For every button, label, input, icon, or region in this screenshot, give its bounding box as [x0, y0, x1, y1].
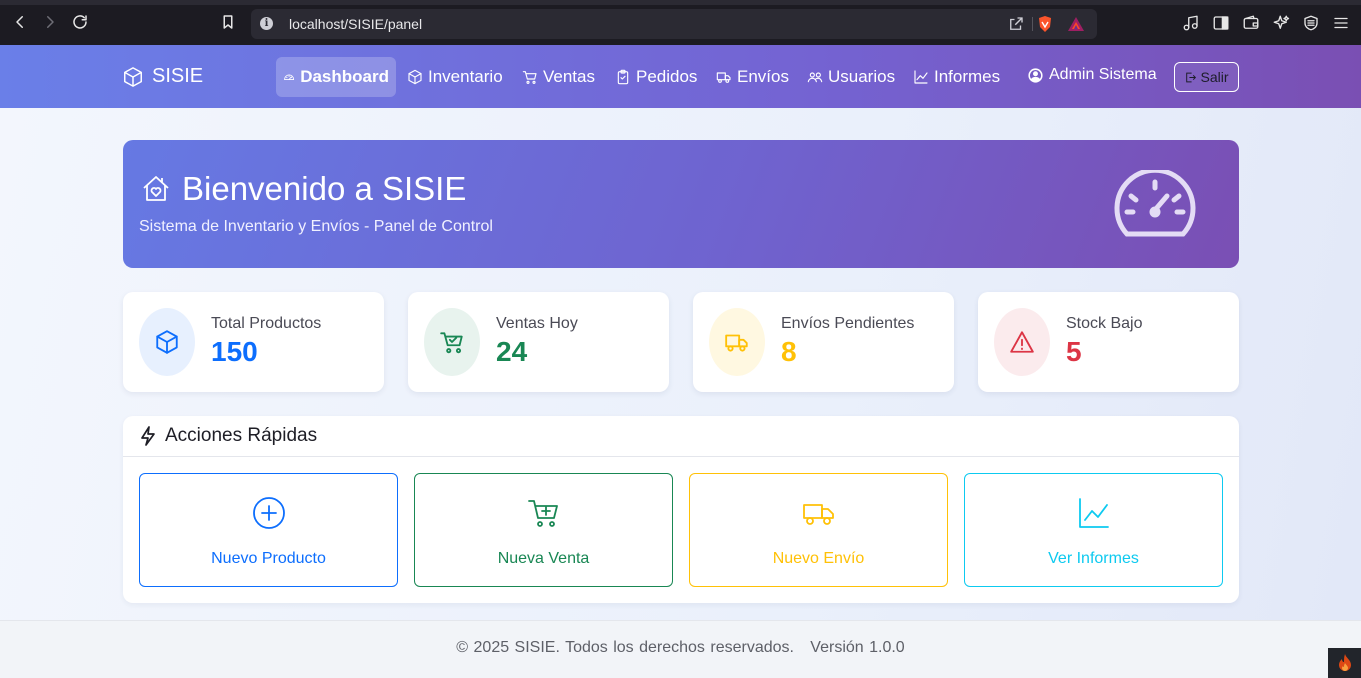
welcome-subtitle: Sistema de Inventario y Envíos - Panel d… [139, 218, 493, 235]
browser-toolbar: i localhost/SISIE/panel [0, 0, 1361, 45]
stat-value: 24 [496, 336, 528, 367]
stat-icon-wrap [424, 308, 480, 376]
chart-icon [1077, 496, 1111, 530]
plus-circle-icon [252, 496, 286, 530]
nav-item-label: Envíos [737, 67, 789, 86]
truck-icon [716, 72, 731, 83]
stat-card-total-productos: Total Productos 150 [123, 292, 384, 392]
logout-label: Salir [1200, 69, 1229, 85]
box-icon [124, 66, 142, 87]
truck-icon [725, 334, 748, 352]
stat-value: 8 [781, 336, 797, 367]
view-reports-label: Ver Informes [1048, 550, 1139, 567]
page-footer: © 2025 SISIE. Todos los derechos reserva… [0, 620, 1361, 678]
cart-check-icon [440, 332, 463, 354]
brand-name: SISIE [152, 65, 204, 87]
stat-icon-wrap [994, 308, 1050, 376]
new-product-button[interactable]: Nuevo Producto [139, 473, 398, 587]
menu-icon[interactable] [1332, 14, 1352, 34]
brand-link[interactable]: SISIE [122, 65, 203, 88]
quick-actions-header: Acciones Rápidas [123, 416, 1239, 457]
reload-button[interactable] [70, 12, 90, 32]
welcome-title: Bienvenido a SISIE [140, 170, 466, 208]
browser-top-edge [0, 0, 1361, 5]
speedometer-icon [1113, 167, 1197, 240]
footer-text: © 2025 SISIE. Todos los derechos reserva… [456, 639, 905, 656]
nav-item-label: Dashboard [300, 67, 389, 86]
nav-item-ventas[interactable]: Ventas [515, 57, 602, 97]
cart-icon [522, 71, 537, 84]
chart-icon [914, 70, 928, 84]
nav-item-label: Usuarios [828, 67, 896, 86]
people-icon [807, 72, 823, 83]
music-icon[interactable] [1182, 14, 1202, 34]
new-shipment-button[interactable]: Nuevo Envío [689, 473, 948, 587]
vpn-shield-icon[interactable] [1302, 14, 1322, 34]
brave-shields-icon[interactable] [1037, 15, 1053, 33]
user-menu[interactable]: Admin Sistema [1027, 66, 1157, 84]
new-sale-button[interactable]: Nueva Venta [414, 473, 673, 587]
url-text[interactable]: localhost/SISIE/panel [289, 16, 422, 32]
nav-item-label: Pedidos [636, 67, 698, 86]
nav-item-label: Inventario [428, 67, 503, 86]
stat-label: Stock Bajo [1066, 315, 1143, 332]
lightning-icon [141, 426, 155, 446]
cart-plus-icon [527, 496, 561, 530]
address-bar[interactable]: i localhost/SISIE/panel [251, 9, 1097, 39]
nav-item-pedidos[interactable]: Pedidos [608, 57, 704, 97]
quick-actions-panel: Acciones Rápidas Nuevo Producto Nueva Ve… [123, 416, 1239, 603]
stat-value: 5 [1066, 336, 1082, 367]
share-icon[interactable] [1007, 15, 1025, 33]
app-navbar: SISIE Dashboard Inventario Ventas Pedido… [0, 45, 1361, 108]
box-icon [156, 330, 178, 354]
welcome-title-text: Bienvenido a SISIE [182, 170, 467, 207]
logout-button[interactable]: Salir [1174, 62, 1239, 92]
logout-icon [1186, 72, 1197, 82]
welcome-banner: Bienvenido a SISIE Sistema de Inventario… [123, 140, 1239, 268]
stat-icon-wrap [139, 308, 195, 376]
clipboard-icon [617, 69, 629, 85]
new-product-label: Nuevo Producto [211, 550, 326, 567]
wallet-icon[interactable] [1242, 14, 1262, 34]
box-icon [408, 69, 422, 85]
site-info-icon[interactable]: i [260, 17, 273, 30]
nav-item-label: Ventas [543, 67, 595, 86]
nav-item-usuarios[interactable]: Usuarios [800, 57, 902, 97]
new-sale-label: Nueva Venta [497, 550, 590, 567]
quick-actions-title-text: Acciones Rápidas [165, 425, 318, 446]
bookmark-button[interactable] [218, 12, 238, 32]
user-circle-icon [1028, 67, 1043, 83]
nav-item-informes[interactable]: Informes [906, 57, 1007, 97]
new-shipment-label: Nuevo Envío [772, 550, 865, 567]
nav-item-inventario[interactable]: Inventario [400, 57, 510, 97]
forward-button[interactable] [40, 12, 60, 32]
nav-item-label: Informes [934, 67, 1001, 86]
gauge-icon [284, 74, 295, 80]
stat-label: Envíos Pendientes [781, 315, 915, 332]
quick-actions-title: Acciones Rápidas [139, 425, 317, 447]
house-heart-icon [143, 176, 169, 201]
leo-ai-icon[interactable] [1272, 14, 1292, 34]
sidebar-icon[interactable] [1212, 14, 1232, 34]
codeigniter-toolbar-icon[interactable] [1328, 648, 1361, 678]
user-name: Admin Sistema [1049, 66, 1157, 83]
urlbar-separator [1032, 17, 1033, 31]
stat-card-stock-bajo: Stock Bajo 5 [978, 292, 1239, 392]
stat-icon-wrap [709, 308, 765, 376]
stat-label: Total Productos [211, 315, 322, 332]
back-button[interactable] [10, 12, 30, 32]
brave-rewards-icon[interactable] [1067, 16, 1085, 32]
stat-value: 150 [211, 336, 258, 367]
stat-card-ventas-hoy: Ventas Hoy 24 [408, 292, 669, 392]
warning-icon [1010, 331, 1034, 353]
nav-item-envios[interactable]: Envíos [709, 57, 796, 97]
truck-icon [802, 496, 836, 530]
view-reports-button[interactable]: Ver Informes [964, 473, 1223, 587]
nav-item-dashboard[interactable]: Dashboard [276, 57, 396, 97]
stat-card-envios-pendientes: Envíos Pendientes 8 [693, 292, 954, 392]
stat-label: Ventas Hoy [496, 315, 578, 332]
